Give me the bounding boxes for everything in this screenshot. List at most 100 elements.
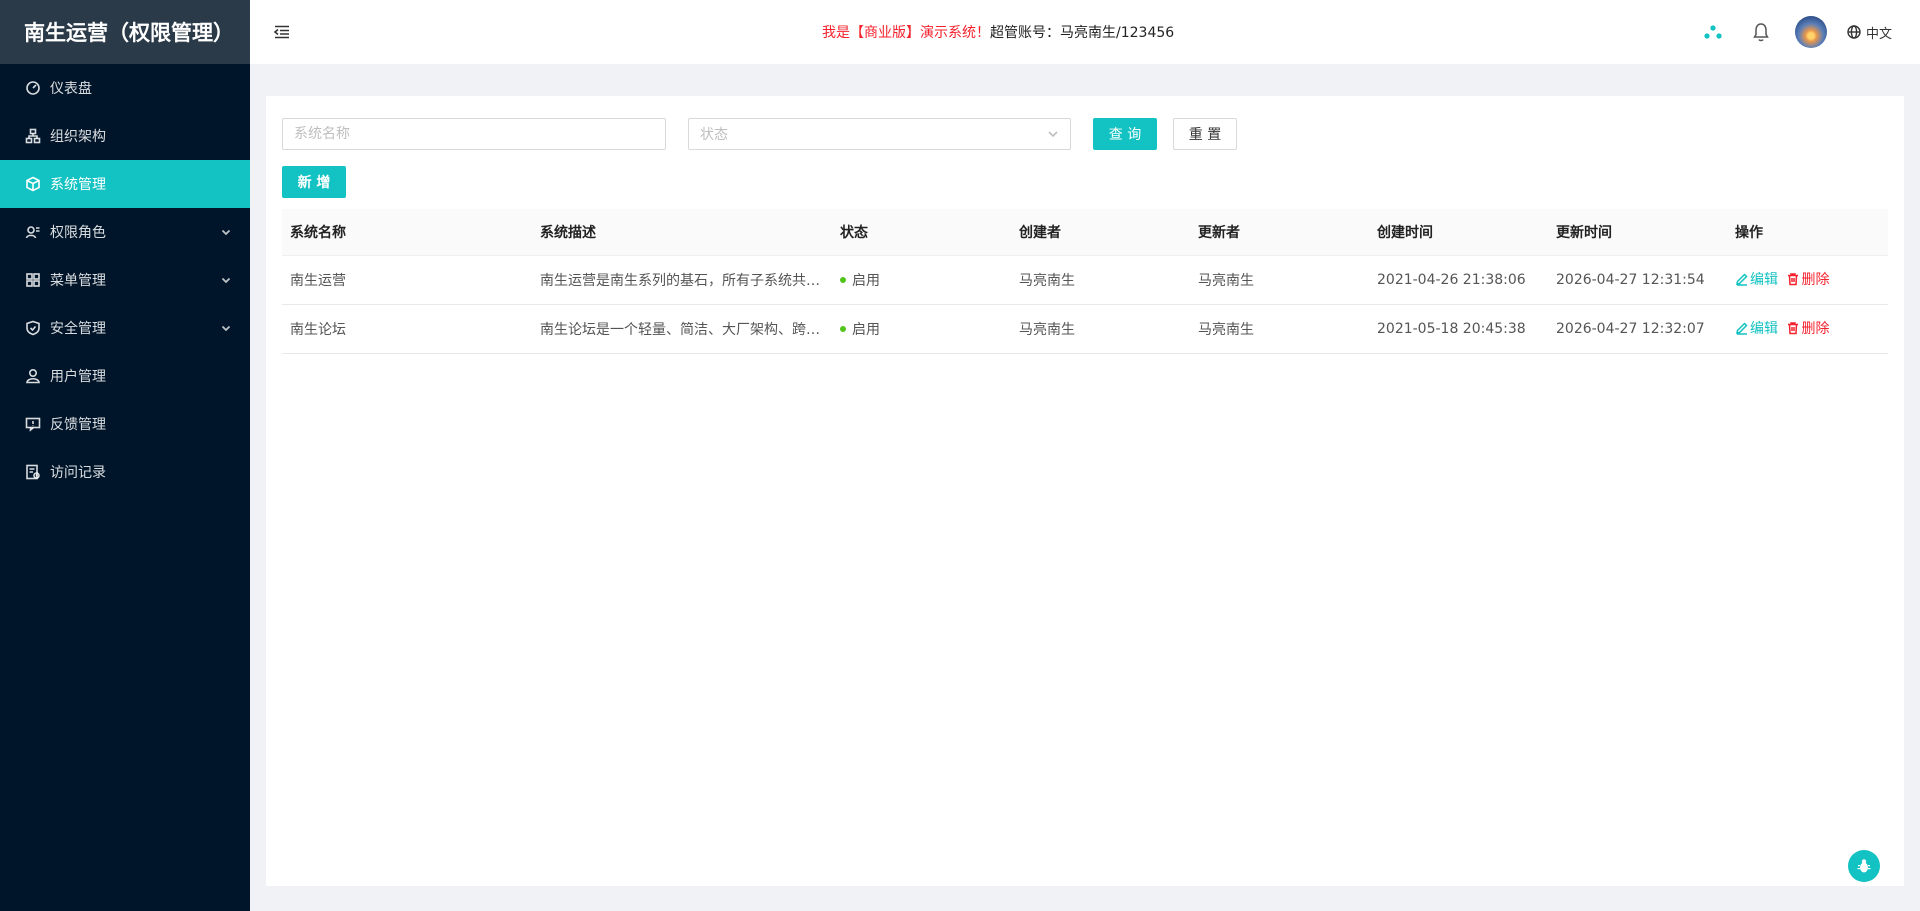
main-content: 状态 查 询 重 置 新 增 系统名称 系统描述 状态 创建者 更新者 创建时间… (266, 96, 1904, 886)
dashboard-icon (24, 79, 42, 97)
sidebar-item-label: 访问记录 (50, 465, 106, 481)
bug-report-button[interactable] (1848, 850, 1880, 882)
cell-actions: 编辑 删除 (1727, 304, 1888, 354)
apps-button[interactable] (1689, 0, 1737, 64)
sidebar-item-label: 仪表盘 (50, 81, 92, 97)
status-select-placeholder: 状态 (700, 127, 728, 143)
sidebar-item-roles[interactable]: 权限角色 (0, 208, 250, 256)
status-dot (840, 276, 846, 283)
add-button[interactable]: 新 增 (282, 166, 346, 198)
table-header-row: 系统名称 系统描述 状态 创建者 更新者 创建时间 更新时间 操作 (282, 209, 1888, 256)
cell-updated-time: 2026-04-27 12:31:54 (1548, 255, 1727, 305)
cell-status: 启用 (832, 304, 1011, 354)
menu-fold-icon (273, 25, 289, 39)
status-dot (840, 325, 846, 332)
top-header: 我是【商业版】演示系统！ 超管账号：马亮南生/123456 中文 (250, 0, 1920, 64)
chevron-down-icon (220, 226, 232, 238)
language-switch[interactable]: 中文 (1837, 0, 1920, 64)
system-table: 系统名称 系统描述 状态 创建者 更新者 创建时间 更新时间 操作 南生运营 南… (282, 209, 1888, 354)
globe-icon (1847, 25, 1861, 39)
column-header: 系统描述 (532, 209, 832, 256)
sidebar-item-label: 安全管理 (50, 321, 106, 337)
column-header: 更新者 (1190, 209, 1369, 256)
bug-icon (1857, 859, 1871, 873)
chevron-down-icon (220, 274, 232, 286)
role-icon (24, 223, 42, 241)
cell-actions: 编辑 删除 (1727, 255, 1888, 305)
sidebar-item-system[interactable]: 系统管理 (0, 160, 250, 208)
user-icon (24, 367, 42, 385)
cube-icon (24, 175, 42, 193)
edit-icon (1736, 322, 1748, 335)
cell-status: 启用 (832, 255, 1011, 305)
column-header: 创建时间 (1369, 209, 1548, 256)
notification-button[interactable] (1737, 0, 1785, 64)
bell-icon (1753, 23, 1769, 42)
edit-label: 编辑 (1750, 272, 1778, 288)
cell-creator: 马亮南生 (1011, 304, 1190, 354)
sidebar-item-feedback[interactable]: 反馈管理 (0, 400, 250, 448)
system-name-input[interactable] (282, 118, 666, 150)
menu-fold-button[interactable] (250, 0, 314, 64)
sidebar-item-label: 系统管理 (50, 177, 106, 193)
delete-button[interactable]: 删除 (1786, 269, 1829, 289)
sidebar-item-records[interactable]: 访问记录 (0, 448, 250, 496)
delete-button[interactable]: 删除 (1786, 318, 1829, 338)
sidebar-item-label: 组织架构 (50, 129, 106, 145)
feedback-icon (24, 415, 42, 433)
grid-icon (24, 271, 42, 289)
record-icon (24, 463, 42, 481)
query-button[interactable]: 查 询 (1093, 118, 1157, 150)
cell-system-name: 南生论坛 (282, 304, 532, 354)
sidebar-item-label: 权限角色 (50, 225, 106, 241)
delete-label: 删除 (1801, 321, 1830, 337)
dots-icon (1704, 25, 1722, 39)
delete-label: 删除 (1801, 272, 1830, 288)
sidebar-item-users[interactable]: 用户管理 (0, 352, 250, 400)
reset-button[interactable]: 重 置 (1173, 118, 1237, 150)
org-chart-icon (24, 127, 42, 145)
cell-created-time: 2021-04-26 21:38:06 (1369, 255, 1548, 305)
notice-admin-account: 超管账号：马亮南生/123456 (990, 25, 1175, 41)
column-header: 更新时间 (1548, 209, 1727, 256)
header-actions: 中文 (1689, 0, 1920, 64)
trash-icon (1788, 322, 1799, 335)
cell-system-desc: 南生运营是南生系列的基石，所有子系统共用一套权限 (532, 255, 832, 305)
column-header: 创建者 (1011, 209, 1190, 256)
sidebar-item-label: 反馈管理 (50, 417, 106, 433)
sidebar-item-label: 菜单管理 (50, 273, 106, 289)
language-label: 中文 (1865, 26, 1892, 42)
column-header: 操作 (1727, 209, 1888, 256)
avatar[interactable] (1794, 16, 1827, 48)
table-row: 南生运营 南生运营是南生系列的基石，所有子系统共用一套权限 启用 马亮南生 马亮… (282, 255, 1888, 305)
cell-updater: 马亮南生 (1190, 255, 1369, 305)
cell-created-time: 2021-05-18 20:45:38 (1369, 304, 1548, 354)
notice-commercial: 我是【商业版】演示系统！ (822, 25, 990, 41)
table-row: 南生论坛 南生论坛是一个轻量、简洁、大厂架构、跨平台的社区系统 启用 马亮南生 … (282, 304, 1888, 354)
cell-updated-time: 2026-04-27 12:32:07 (1548, 304, 1727, 354)
filter-bar: 状态 查 询 重 置 (282, 118, 1237, 150)
sidebar-item-security[interactable]: 安全管理 (0, 304, 250, 352)
column-header: 系统名称 (282, 209, 532, 256)
sidebar-item-dashboard[interactable]: 仪表盘 (0, 64, 250, 112)
demo-notice: 我是【商业版】演示系统！ 超管账号：马亮南生/123456 (822, 0, 1174, 64)
trash-icon (1788, 273, 1799, 286)
sidebar-item-label: 用户管理 (50, 369, 106, 385)
cell-system-desc: 南生论坛是一个轻量、简洁、大厂架构、跨平台的社区系统 (532, 304, 832, 354)
chevron-down-icon (220, 322, 232, 334)
status-select[interactable]: 状态 (688, 118, 1071, 150)
sidebar-item-menus[interactable]: 菜单管理 (0, 256, 250, 304)
sidebar: 南生运营（权限管理） 仪表盘 组织架构 系统管理 权限角色 菜单管理 安全管理 (0, 0, 250, 911)
chevron-down-icon (1048, 131, 1058, 138)
cell-creator: 马亮南生 (1011, 255, 1190, 305)
edit-button[interactable]: 编辑 (1735, 318, 1778, 338)
status-badge: 启用 (852, 321, 880, 338)
edit-label: 编辑 (1750, 321, 1778, 337)
shield-icon (24, 319, 42, 337)
cell-system-name: 南生运营 (282, 255, 532, 305)
sidebar-item-org[interactable]: 组织架构 (0, 112, 250, 160)
edit-icon (1736, 273, 1748, 286)
edit-button[interactable]: 编辑 (1735, 269, 1778, 289)
app-logo-title[interactable]: 南生运营（权限管理） (0, 0, 250, 64)
cell-updater: 马亮南生 (1190, 304, 1369, 354)
